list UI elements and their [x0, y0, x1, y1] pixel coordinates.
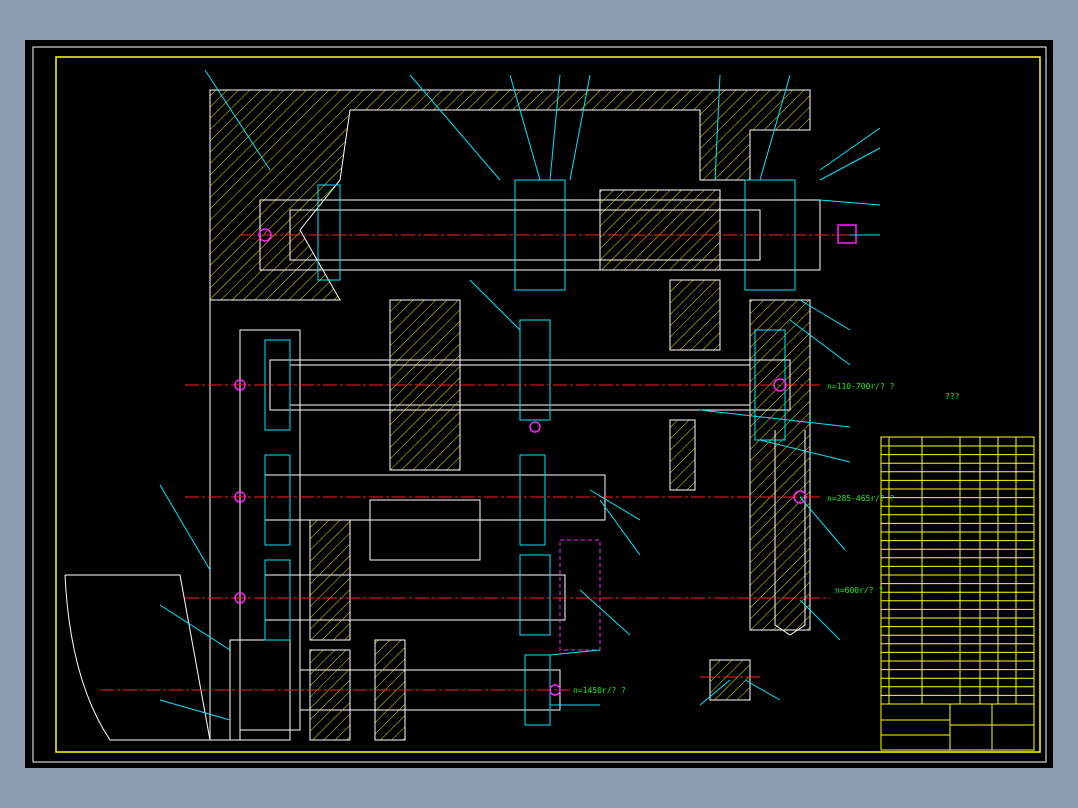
speed-label-shaft-2: n=110-700r/? ? — [827, 382, 895, 391]
speed-label-motor-shaft: n=1450r/? ? — [573, 686, 626, 695]
speed-label-shaft-3: n=285-465r/? ? — [827, 494, 895, 503]
speed-label-shaft-4: n=600r/? ? — [835, 586, 884, 595]
gearbox-assembly-drawing — [32, 46, 1047, 763]
centerlines — [100, 234, 860, 691]
title-block-rows — [881, 445, 1034, 696]
title-block — [880, 436, 1035, 751]
note-title: ??? — [945, 392, 960, 401]
cad-drawing-viewport[interactable]: ??? n=110-700r/? ? n=285-465r/? ? n=600r… — [25, 40, 1053, 768]
